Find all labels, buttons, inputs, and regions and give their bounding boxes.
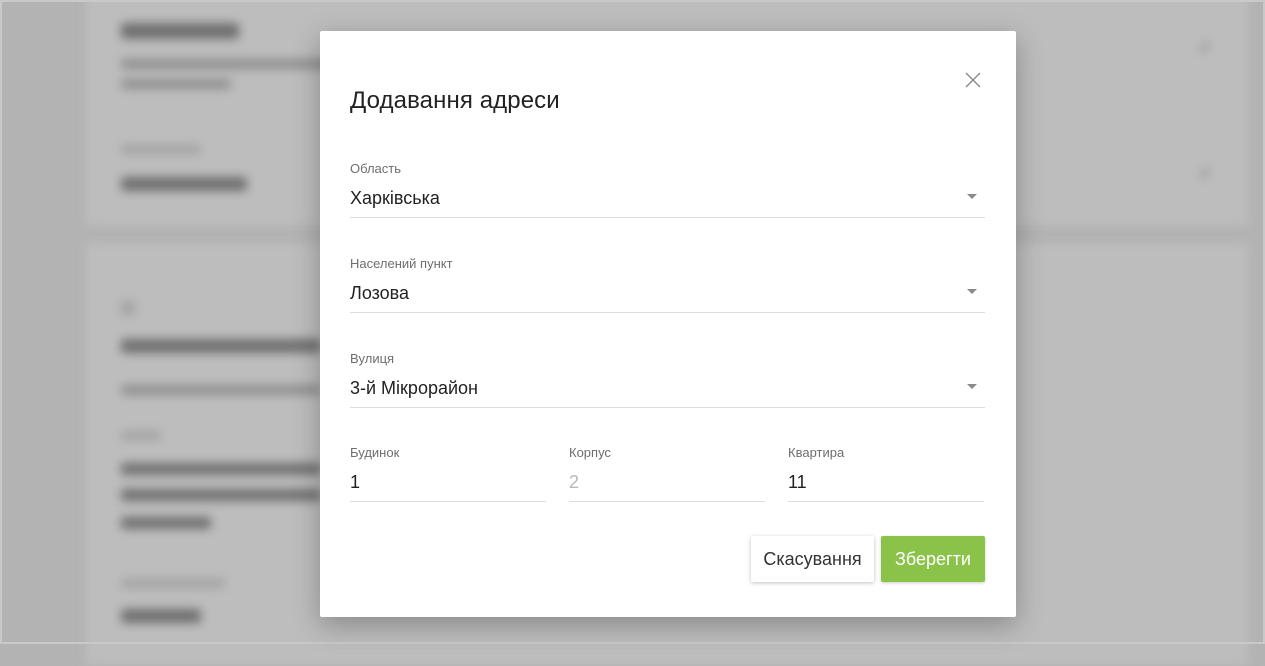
background-icon-placeholder <box>121 301 135 315</box>
building-label: Корпус <box>569 445 611 460</box>
background-text-placeholder <box>121 23 239 39</box>
chevron-down-icon <box>967 194 977 199</box>
street-select[interactable]: Вулиця 3-й Мікрорайон <box>350 351 985 409</box>
region-value: Харківська <box>350 188 440 208</box>
close-button[interactable] <box>960 67 986 93</box>
house-input[interactable]: 1 <box>350 471 360 493</box>
background-text-placeholder <box>121 609 201 623</box>
save-button[interactable]: Зберегти <box>881 536 985 582</box>
chevron-down-icon <box>967 289 977 294</box>
field-underline <box>788 501 984 502</box>
house-field[interactable]: Будинок 1 <box>350 445 546 503</box>
chevron-down-icon <box>967 384 977 389</box>
locality-value: Лозова <box>350 283 410 303</box>
apartment-field[interactable]: Квартира 11 <box>788 445 984 503</box>
background-text-placeholder <box>121 385 321 395</box>
locality-label: Населений пункт <box>350 256 453 271</box>
edit-icon <box>1200 42 1210 52</box>
background-text-placeholder <box>121 339 321 353</box>
background-text-placeholder <box>121 431 161 440</box>
field-underline <box>350 501 546 502</box>
background-text-placeholder <box>121 145 201 154</box>
background-text-placeholder <box>121 579 225 588</box>
dialog-title: Додавання адреси <box>350 87 560 114</box>
locality-select[interactable]: Населений пункт Лозова <box>350 256 985 314</box>
field-underline <box>350 407 985 408</box>
field-underline <box>350 312 985 313</box>
background-text-placeholder <box>121 517 211 529</box>
cancel-button[interactable]: Скасування <box>751 536 874 582</box>
background-text-placeholder <box>121 177 247 191</box>
background-text-placeholder <box>121 489 321 501</box>
close-icon <box>965 72 981 88</box>
street-label: Вулиця <box>350 351 395 366</box>
background-text-placeholder <box>121 79 231 89</box>
background-text-placeholder <box>121 59 341 69</box>
street-value: 3-й Мікрорайон <box>350 378 478 398</box>
field-underline <box>350 217 985 218</box>
house-label: Будинок <box>350 445 400 460</box>
edit-icon <box>1200 168 1210 178</box>
background-text-placeholder <box>121 463 321 475</box>
apartment-label: Квартира <box>788 445 845 460</box>
region-select[interactable]: Область Харківська <box>350 161 985 219</box>
field-underline <box>569 501 765 502</box>
region-label: Область <box>350 161 402 176</box>
building-field[interactable]: Корпус 2 <box>569 445 765 503</box>
apartment-input[interactable]: 11 <box>788 471 807 493</box>
add-address-dialog: Додавання адреси Область Харківська Насе… <box>320 31 1016 617</box>
building-input[interactable]: 2 <box>569 471 579 493</box>
